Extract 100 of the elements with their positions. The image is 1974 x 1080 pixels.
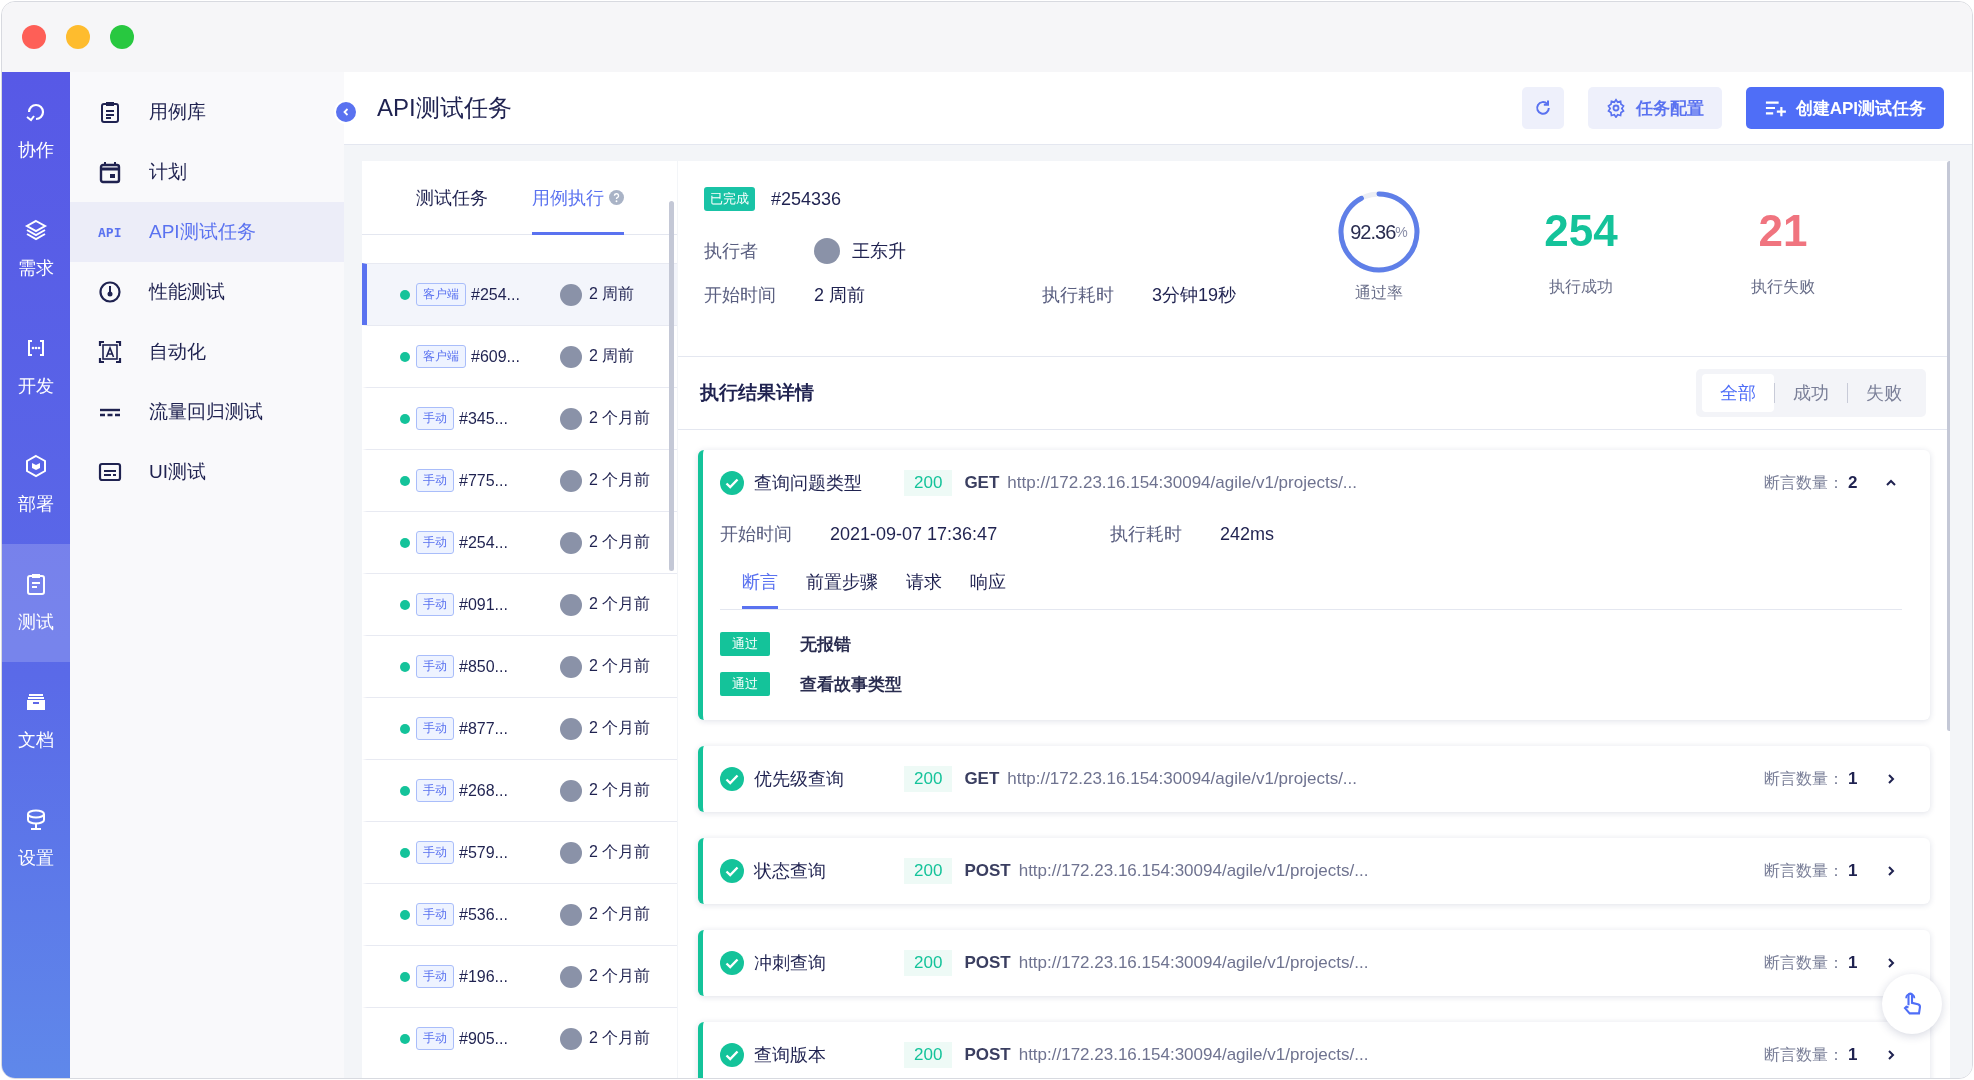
section-title: 执行结果详情 xyxy=(700,381,814,405)
status-code: 200 xyxy=(904,766,953,792)
avatar xyxy=(560,1027,582,1050)
status-dot xyxy=(400,475,410,486)
status-code: 200 xyxy=(904,950,953,976)
execution-id: #905... xyxy=(459,1029,509,1048)
execution-time: 2 个月前 xyxy=(589,966,652,986)
status-dot xyxy=(400,971,410,982)
settings-button[interactable]: 任务配置 xyxy=(1587,87,1722,129)
sidebar-item[interactable]: 性能测试 xyxy=(70,262,344,322)
filter-tab[interactable]: 失败 xyxy=(1848,374,1920,412)
check-circle-icon xyxy=(720,1043,744,1067)
execution-id: #254... xyxy=(471,285,521,304)
sidebar-item[interactable]: 用例库 xyxy=(70,82,344,142)
close-button[interactable] xyxy=(22,25,46,49)
gauge-icon xyxy=(98,280,122,304)
execution-row[interactable]: 手动 #579... 2 个月前 xyxy=(362,821,677,883)
zoom-button[interactable] xyxy=(110,25,134,49)
assertion-count: 1 xyxy=(1848,953,1859,973)
field-value: 2021-09-07 17:36:47 xyxy=(830,523,999,545)
case-name: 查询版本 xyxy=(754,1044,827,1067)
execution-id: #850... xyxy=(459,657,509,676)
type-tag: 客户端 xyxy=(416,283,466,306)
nav-rail-item[interactable]: 开发 xyxy=(2,308,70,426)
nav-rail-item[interactable]: 部署 xyxy=(2,426,70,544)
field-value: 3分钟19秒 xyxy=(1152,284,1237,307)
tab[interactable]: 请求 xyxy=(906,560,942,609)
filter-tab[interactable]: 成功 xyxy=(1775,374,1847,412)
result-badge: 通过 xyxy=(720,672,770,696)
type-tag: 手动 xyxy=(416,903,454,926)
clipboard-icon xyxy=(24,572,48,596)
execution-time: 2 个月前 xyxy=(589,470,652,490)
tab[interactable]: 用例执行 xyxy=(531,161,624,235)
field-label: 开始时间 xyxy=(720,523,793,546)
tab[interactable]: 测试任务 xyxy=(415,161,488,235)
nav-rail-item[interactable]: 文档 xyxy=(2,662,70,780)
tab[interactable]: 响应 xyxy=(970,560,1006,609)
refresh-button[interactable] xyxy=(1521,87,1564,129)
status-dot xyxy=(400,351,410,362)
nav-rail-item[interactable]: 设置 xyxy=(2,780,70,898)
filter-tab[interactable]: 全部 xyxy=(1702,374,1774,412)
request-url: http://172.23.16.154:30094/agile/v1/projects/... xyxy=(1007,769,1358,789)
http-method: POST xyxy=(964,953,1011,973)
execution-row[interactable]: 手动 #536... 2 个月前 xyxy=(362,883,677,945)
assertion-count-label: 断言数量： xyxy=(1764,952,1844,973)
create-task-button[interactable]: 创建API测试任务 xyxy=(1745,87,1944,129)
execution-id: #091... xyxy=(459,595,509,614)
type-tag: 手动 xyxy=(416,965,454,988)
clipboard-icon xyxy=(98,100,122,124)
http-method: POST xyxy=(964,1045,1011,1065)
status-dot xyxy=(400,599,410,610)
avatar xyxy=(560,779,582,802)
sidebar-item[interactable]: 自动化 xyxy=(70,322,344,382)
execution-id: #579... xyxy=(459,843,509,862)
assertion-count: 1 xyxy=(1848,769,1859,789)
case-name: 冲刺查询 xyxy=(754,952,827,975)
http-method: POST xyxy=(964,861,1011,881)
type-tag: 手动 xyxy=(416,717,454,740)
execution-row[interactable]: 手动 #850... 2 个月前 xyxy=(362,635,677,697)
execution-row[interactable]: 手动 #268... 2 个月前 xyxy=(362,759,677,821)
status-dot xyxy=(400,289,410,300)
http-method: GET xyxy=(964,473,1000,493)
avatar xyxy=(560,283,582,306)
nav-rail-item[interactable]: 需求 xyxy=(2,190,70,308)
status-code: 200 xyxy=(904,1042,953,1068)
calendar-icon xyxy=(98,160,122,184)
page-title: API测试任务 xyxy=(377,93,512,123)
execution-row[interactable]: 手动 #091... 2 个月前 xyxy=(362,573,677,635)
status-dot xyxy=(400,847,410,858)
type-tag: 手动 xyxy=(416,407,454,430)
nav-rail-item[interactable]: 协作 xyxy=(2,72,70,190)
sidebar-item[interactable]: 计划 xyxy=(70,142,344,202)
execution-time: 2 个月前 xyxy=(589,1028,652,1048)
sidebar-item[interactable]: API API测试任务 xyxy=(70,202,344,262)
execution-id: #254... xyxy=(459,533,509,552)
tab[interactable]: 断言 xyxy=(742,560,778,609)
execution-id: #268... xyxy=(459,781,509,800)
sidebar-item[interactable]: 流量回归测试 xyxy=(70,382,344,442)
sidebar-item[interactable]: UI测试 xyxy=(70,442,344,502)
avatar xyxy=(560,469,582,492)
stat-label: 执行失败 xyxy=(1751,277,1815,297)
layers-icon xyxy=(24,218,48,242)
execution-id: #775... xyxy=(459,471,509,490)
execution-row[interactable]: 手动 #877... 2 个月前 xyxy=(362,697,677,759)
execution-id: #877... xyxy=(459,719,509,738)
status-dot xyxy=(400,661,410,672)
execution-row[interactable]: 手动 #905... 2 个月前 xyxy=(362,1007,677,1069)
assertion-count-label: 断言数量： xyxy=(1764,768,1844,789)
execution-time: 2 个月前 xyxy=(589,594,652,614)
execution-row[interactable]: 客户端 #254... 2 周前 xyxy=(362,263,677,325)
scrollbar-thumb[interactable] xyxy=(669,201,674,571)
tab[interactable]: 前置步骤 xyxy=(806,560,878,609)
avatar xyxy=(560,841,582,864)
field-label: 开始时间 xyxy=(704,284,777,307)
assertion-count: 1 xyxy=(1848,861,1859,881)
execution-row[interactable]: 手动 #196... 2 个月前 xyxy=(362,945,677,1007)
type-tag: 手动 xyxy=(416,1027,454,1050)
request-url: http://172.23.16.154:30094/agile/v1/projects/... xyxy=(1018,1045,1369,1065)
request-url: http://172.23.16.154:30094/agile/v1/projects/... xyxy=(1018,953,1369,973)
case-name: 状态查询 xyxy=(754,860,827,883)
